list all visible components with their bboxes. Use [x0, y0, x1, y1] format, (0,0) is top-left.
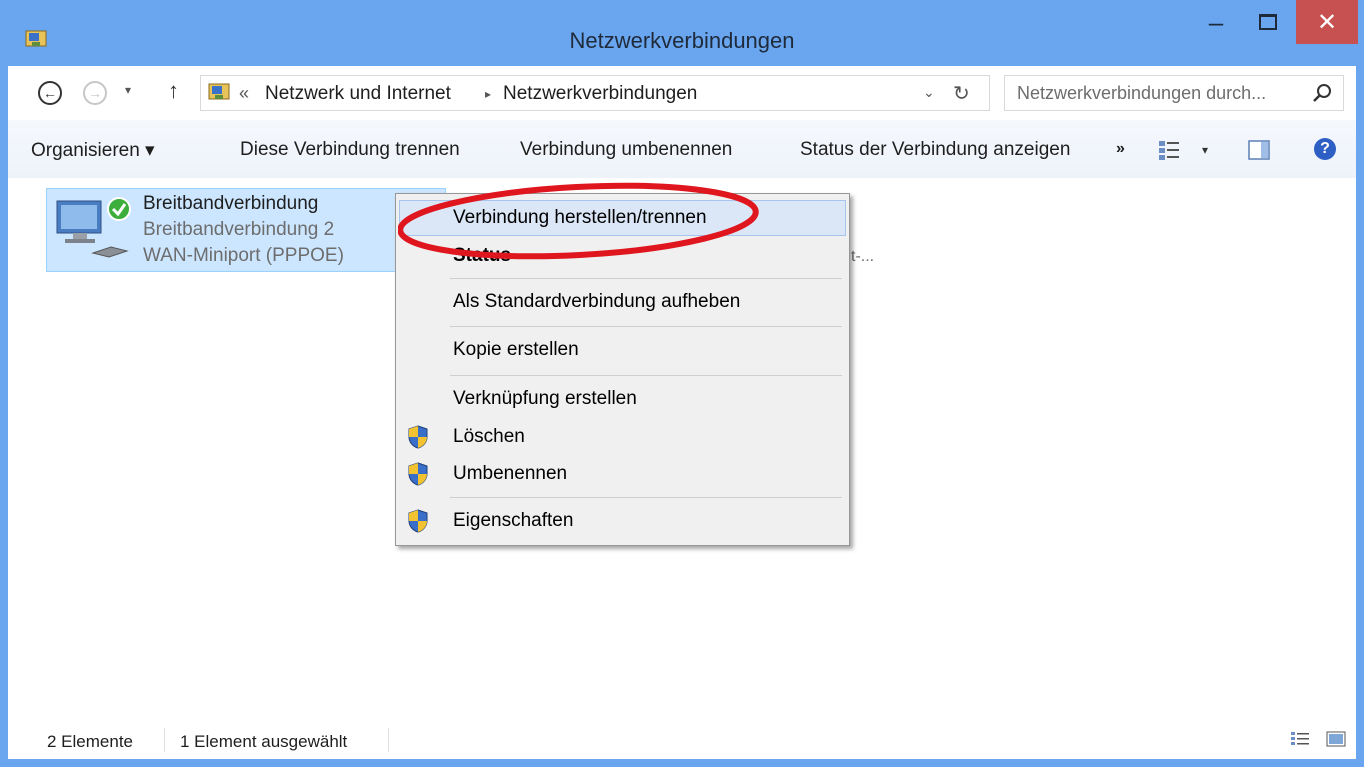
- details-view-icon[interactable]: [1290, 730, 1310, 748]
- menu-item-label: Verknüpfung erstellen: [453, 388, 637, 409]
- address-dropdown[interactable]: ⌄: [923, 84, 935, 101]
- menu-item-label: Verbindung herstellen/trennen: [453, 207, 707, 228]
- large-icons-view-icon[interactable]: [1326, 730, 1346, 748]
- search-input[interactable]: [1017, 81, 1307, 105]
- search-box[interactable]: [1004, 75, 1344, 111]
- broadband-connection-icon: [56, 197, 131, 258]
- change-view-icon[interactable]: [1158, 139, 1180, 161]
- menu-item-label: Als Standardverbindung aufheben: [453, 291, 741, 312]
- more-commands-button[interactable]: »: [1116, 140, 1125, 158]
- menu-item-label: Status: [453, 245, 512, 266]
- network-folder-icon: [208, 83, 230, 100]
- selection-count: 1 Element ausgewählt: [180, 732, 348, 751]
- menu-item-properties[interactable]: Eigenschaften: [399, 503, 846, 539]
- disconnect-button[interactable]: Diese Verbindung trennen: [240, 139, 460, 161]
- address-box[interactable]: « Netzwerk und Internet ▸ Netzwerkverbin…: [200, 75, 990, 111]
- status-divider: [388, 728, 389, 752]
- truncated-item-text: t-...: [851, 248, 875, 265]
- breadcrumb-overflow[interactable]: «: [239, 83, 249, 104]
- maximize-button[interactable]: [1244, 0, 1292, 44]
- uac-shield-icon: [408, 425, 428, 449]
- rename-connection-button[interactable]: Verbindung umbenennen: [520, 139, 732, 161]
- menu-item-label: Löschen: [453, 426, 525, 447]
- forward-button[interactable]: →: [83, 81, 107, 105]
- back-button[interactable]: ←: [38, 81, 62, 105]
- maximize-icon: [1259, 14, 1277, 30]
- uac-shield-icon: [408, 462, 428, 486]
- breadcrumb-network-connections[interactable]: Netzwerkverbindungen: [503, 83, 697, 105]
- breadcrumb-separator[interactable]: ▸: [485, 87, 491, 101]
- menu-separator: [450, 278, 842, 279]
- menu-item-status[interactable]: Status: [399, 238, 846, 274]
- menu-item-rename[interactable]: Umbenennen: [399, 456, 846, 492]
- status-bar: 2 Elemente 1 Element ausgewählt: [8, 720, 1356, 759]
- close-button[interactable]: ✕: [1296, 0, 1358, 44]
- minimize-button[interactable]: ‒: [1192, 0, 1240, 44]
- organize-button[interactable]: Organisieren ▾: [31, 139, 155, 162]
- title-bar[interactable]: Netzwerkverbindungen ‒ ✕: [0, 0, 1364, 66]
- menu-item-label: Umbenennen: [453, 463, 568, 484]
- view-options-dropdown[interactable]: ▾: [1202, 143, 1208, 157]
- address-bar-row: ← → ▾ ↑ « Netzwerk und Internet ▸ Netzwe…: [8, 66, 1356, 120]
- command-bar: Organisieren ▾ Diese Verbindung trennen …: [8, 120, 1356, 179]
- item-count: 2 Elemente: [47, 732, 133, 751]
- breadcrumb-network-internet[interactable]: Netzwerk und Internet: [265, 83, 451, 105]
- menu-item-connect-disconnect[interactable]: Verbindung herstellen/trennen: [399, 200, 846, 236]
- connection-name: Breitbandverbindung: [143, 193, 319, 214]
- menu-separator: [450, 497, 842, 498]
- connection-device: WAN-Miniport (PPPOE): [143, 245, 344, 266]
- recent-locations-dropdown[interactable]: ▾: [125, 83, 131, 97]
- preview-pane-icon[interactable]: [1248, 140, 1270, 160]
- search-icon[interactable]: [1311, 82, 1333, 104]
- status-divider: [164, 728, 165, 752]
- menu-item-create-shortcut[interactable]: Verknüpfung erstellen: [399, 381, 846, 417]
- connection-item[interactable]: Breitbandverbindung Breitbandverbindung …: [46, 188, 446, 272]
- menu-item-label: Eigenschaften: [453, 510, 574, 531]
- view-status-button[interactable]: Status der Verbindung anzeigen: [800, 139, 1070, 161]
- menu-separator: [450, 326, 842, 327]
- context-menu: Verbindung herstellen/trennen Status Als…: [395, 193, 850, 546]
- menu-item-delete[interactable]: Löschen: [399, 419, 846, 455]
- connection-subtitle: Breitbandverbindung 2: [143, 219, 335, 240]
- menu-separator: [450, 375, 842, 376]
- menu-item-remove-default[interactable]: Als Standardverbindung aufheben: [399, 284, 846, 320]
- menu-item-label: Kopie erstellen: [453, 339, 579, 360]
- up-button[interactable]: ↑: [168, 78, 179, 104]
- window-title: Netzwerkverbindungen: [569, 28, 795, 53]
- uac-shield-icon: [408, 509, 428, 533]
- refresh-button[interactable]: ↻: [953, 81, 970, 106]
- help-button[interactable]: ?: [1314, 138, 1336, 160]
- menu-item-create-copy[interactable]: Kopie erstellen: [399, 332, 846, 368]
